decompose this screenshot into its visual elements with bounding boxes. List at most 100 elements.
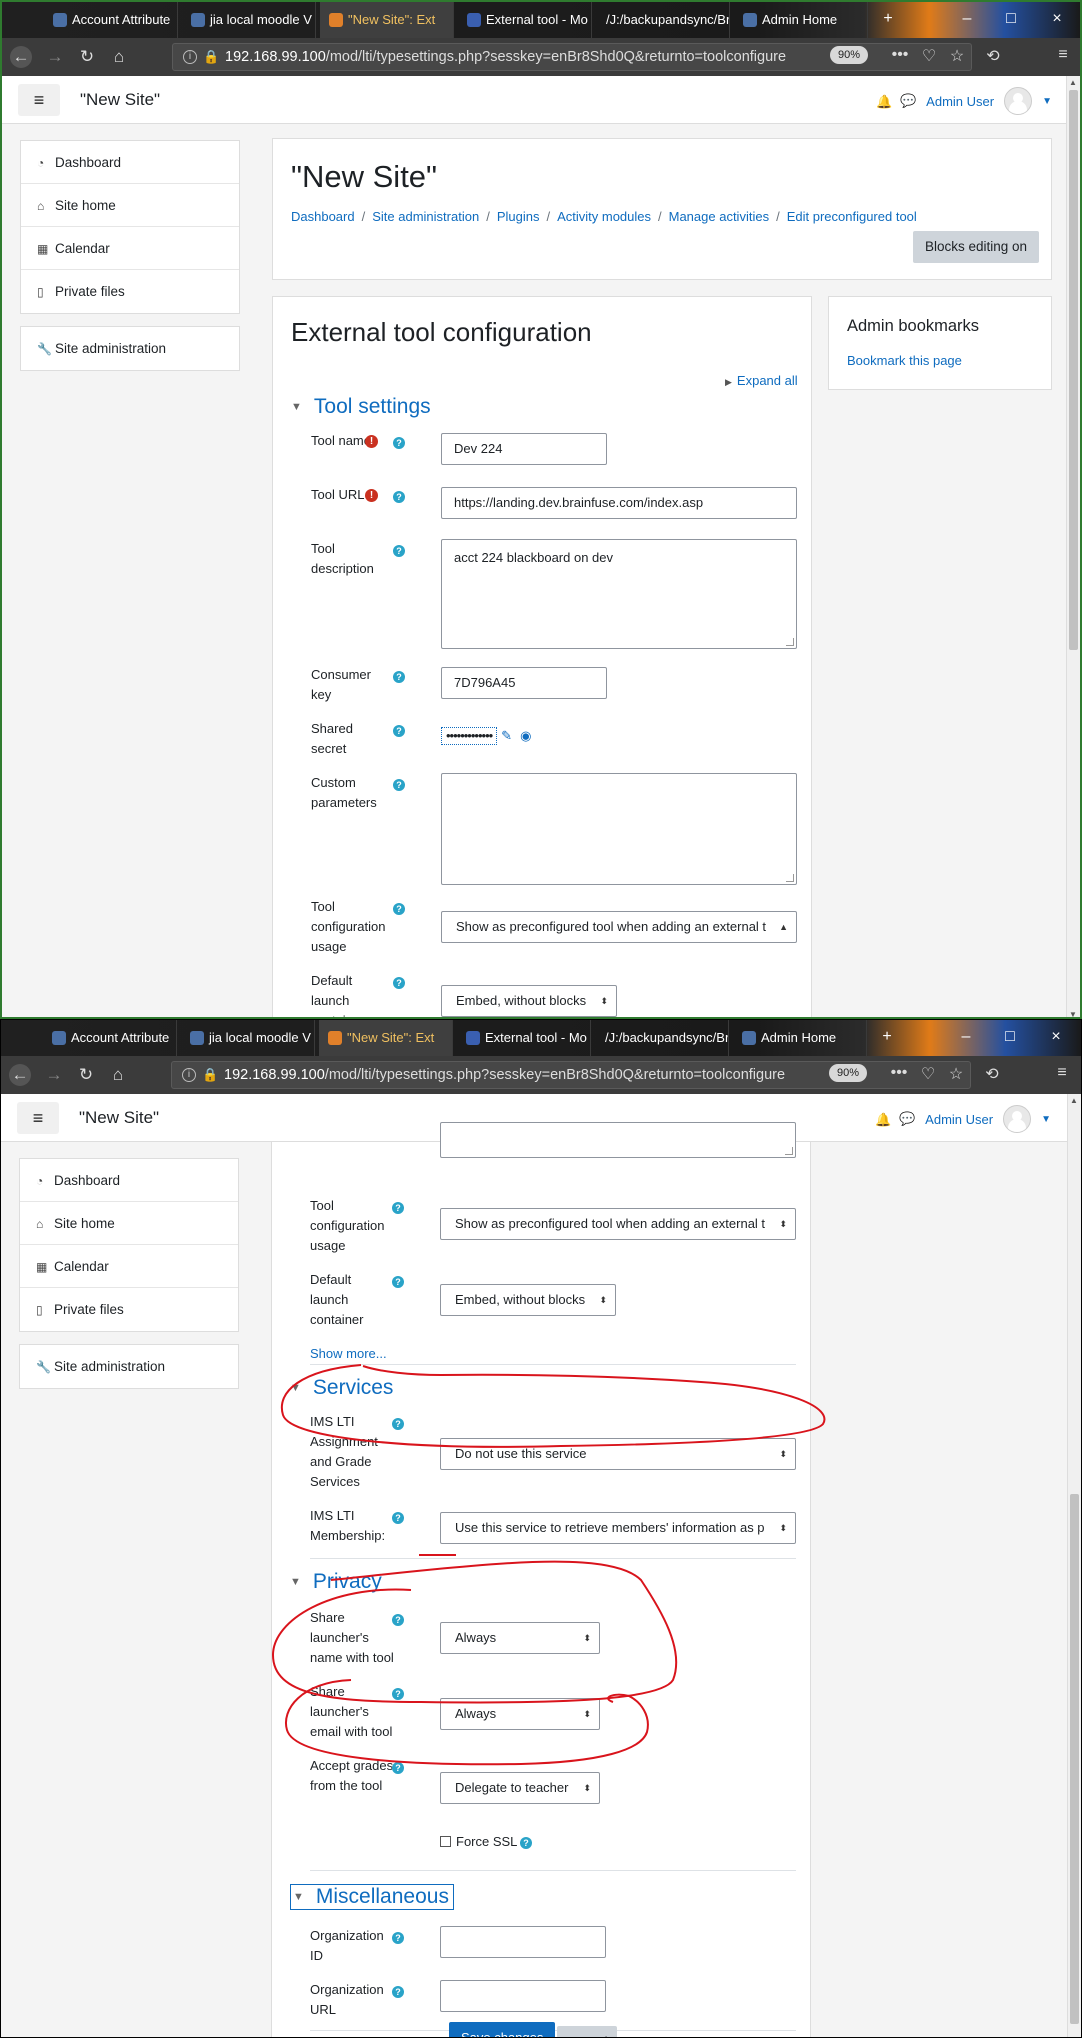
help-icon[interactable]: ? <box>392 1418 404 1430</box>
sidebar-item-site-home[interactable]: ⌂ Site home <box>21 184 239 227</box>
browser-tab[interactable]: /J:/backupandsync/Br <box>595 1020 729 1056</box>
section-miscellaneous[interactable]: ▼ Miscellaneous <box>290 1884 454 1910</box>
sidebar-item-site-home[interactable]: ⌂ Site home <box>20 1202 238 1245</box>
ags-select[interactable]: Do not use this service ⬍ <box>440 1438 796 1470</box>
browser-tab[interactable]: Account Attribute <box>43 1020 177 1056</box>
bookmark-this-page-link[interactable]: Bookmark this page <box>847 353 962 368</box>
user-name[interactable]: Admin User <box>925 1112 993 1127</box>
user-name[interactable]: Admin User <box>926 94 994 109</box>
close-icon[interactable]: × <box>1047 10 1067 28</box>
resize-grip-icon[interactable] <box>785 1147 793 1155</box>
bookmark-star-icon[interactable]: ☆ <box>945 1064 967 1084</box>
breadcrumb-item[interactable]: Manage activities <box>669 209 769 224</box>
share-email-select[interactable]: Always ⬍ <box>440 1698 600 1730</box>
pocket-icon[interactable]: ♡ <box>917 1064 939 1084</box>
scrollbar-thumb[interactable] <box>1070 1494 1079 2024</box>
drawer-toggle-icon[interactable]: ≡ <box>18 84 60 116</box>
back-icon[interactable]: ← <box>10 46 32 68</box>
notifications-bell-icon[interactable]: 🔔 <box>875 1112 891 1127</box>
info-icon[interactable]: i <box>183 50 197 64</box>
section-tool-settings[interactable]: ▼ Tool settings <box>291 395 431 419</box>
custom-parameters-textarea[interactable] <box>440 1122 796 1158</box>
help-icon[interactable]: ? <box>393 779 405 791</box>
help-icon[interactable]: ? <box>393 725 405 737</box>
close-icon[interactable]: × <box>1046 1028 1066 1046</box>
pocket-icon[interactable]: ♡ <box>918 46 940 66</box>
resize-grip-icon[interactable] <box>786 874 794 882</box>
home-icon[interactable]: ⌂ <box>107 1064 129 1086</box>
page-actions-icon[interactable]: ••• <box>888 1064 910 1082</box>
site-name[interactable]: "New Site" <box>79 1108 159 1128</box>
browser-tab[interactable]: External tool - Mo <box>458 2 592 38</box>
zoom-indicator[interactable]: 90% <box>830 46 868 64</box>
avatar[interactable] <box>1003 1105 1032 1133</box>
breadcrumb-item[interactable]: Dashboard <box>291 209 355 224</box>
consumer-key-input[interactable]: 7D796A45 <box>441 667 607 699</box>
browser-tab[interactable]: jia local moodle V <box>181 1020 315 1056</box>
browser-tab[interactable]: Account Attribute <box>44 2 178 38</box>
accept-grades-select[interactable]: Delegate to teacher ⬍ <box>440 1772 600 1804</box>
resize-grip-icon[interactable] <box>786 638 794 646</box>
help-icon[interactable]: ? <box>520 1837 532 1849</box>
scroll-down-icon[interactable]: ▼ <box>1069 1010 1077 1017</box>
force-ssl-checkbox[interactable]: Force SSL <box>440 1834 517 1849</box>
help-icon[interactable]: ? <box>392 1932 404 1944</box>
expand-all-link[interactable]: ▶ Expand all <box>725 373 798 388</box>
browser-tab[interactable]: jia local moodle V <box>182 2 316 38</box>
org-id-input[interactable] <box>440 1926 606 1958</box>
tool-description-textarea[interactable]: acct 224 blackboard on dev <box>441 539 797 649</box>
browser-tab[interactable]: /J:/backupandsync/Br <box>596 2 730 38</box>
blocks-editing-button[interactable]: Blocks editing on <box>913 231 1040 263</box>
info-icon[interactable]: i <box>182 1068 196 1082</box>
browser-tab-active[interactable]: "New Site": Ext <box>320 2 454 38</box>
browser-tab[interactable]: Admin Home <box>733 1020 867 1056</box>
custom-parameters-textarea[interactable] <box>441 773 797 885</box>
notifications-bell-icon[interactable]: 🔔 <box>876 94 892 109</box>
share-name-select[interactable]: Always ⬍ <box>440 1622 600 1654</box>
pencil-icon[interactable]: ✎ <box>501 728 512 743</box>
help-icon[interactable]: ? <box>393 977 405 989</box>
help-icon[interactable]: ? <box>393 545 405 557</box>
site-name[interactable]: "New Site" <box>80 90 160 110</box>
browser-tab[interactable]: Admin Home <box>734 2 868 38</box>
tool-config-usage-select[interactable]: Show as preconfigured tool when adding a… <box>441 911 797 943</box>
help-icon[interactable]: ? <box>393 903 405 915</box>
menu-icon[interactable]: ≡ <box>1051 1064 1073 1082</box>
home-icon[interactable]: ⌂ <box>108 46 130 68</box>
zoom-indicator[interactable]: 90% <box>829 1064 867 1082</box>
page-scrollbar[interactable]: ▲ ▼ <box>1066 76 1080 1017</box>
help-icon[interactable]: ? <box>392 1614 404 1626</box>
page-scrollbar[interactable]: ▲ <box>1067 1094 1081 2037</box>
help-icon[interactable]: ? <box>392 1512 404 1524</box>
breadcrumb-item[interactable]: Plugins <box>497 209 540 224</box>
avatar[interactable] <box>1004 87 1033 115</box>
save-changes-button[interactable]: Save changes <box>449 2022 556 2037</box>
breadcrumb-item[interactable]: Activity modules <box>557 209 651 224</box>
messages-icon[interactable]: 💬 <box>900 93 916 109</box>
chevron-down-icon[interactable]: ▼ <box>1041 1114 1051 1125</box>
sidebar-item-dashboard[interactable]: ◔ Dashboard <box>21 141 239 184</box>
new-tab-icon[interactable]: + <box>877 1028 897 1046</box>
sidebar-item-calendar[interactable]: ▦ Calendar <box>20 1245 238 1288</box>
org-url-input[interactable] <box>440 1980 606 2012</box>
history-icon[interactable]: ⟲ <box>982 46 1004 66</box>
default-launch-select[interactable]: Embed, without blocks ⬍ <box>440 1284 616 1316</box>
browser-tab[interactable]: External tool - Mo <box>457 1020 591 1056</box>
sidebar-item-private-files[interactable]: ▯ Private files <box>20 1288 238 1331</box>
sidebar-item-site-administration[interactable]: 🔧 Site administration <box>21 327 239 370</box>
sidebar-item-calendar[interactable]: ▦ Calendar <box>21 227 239 270</box>
page-actions-icon[interactable]: ••• <box>889 46 911 64</box>
breadcrumb-item[interactable]: Site administration <box>372 209 479 224</box>
help-icon[interactable]: ? <box>392 1986 404 1998</box>
messages-icon[interactable]: 💬 <box>899 1111 915 1127</box>
section-privacy[interactable]: ▼ Privacy <box>290 1570 382 1594</box>
section-services[interactable]: ▼ Services <box>290 1376 393 1400</box>
bookmark-star-icon[interactable]: ☆ <box>946 46 968 66</box>
shared-secret-field[interactable]: ••••••••••••• ✎ ◉ <box>441 727 531 745</box>
help-icon[interactable]: ? <box>392 1202 404 1214</box>
drawer-toggle-icon[interactable]: ≡ <box>17 1102 59 1134</box>
maximize-icon[interactable]: □ <box>1000 1028 1020 1046</box>
history-icon[interactable]: ⟲ <box>981 1064 1003 1084</box>
browser-tab-active[interactable]: "New Site": Ext <box>319 1020 453 1056</box>
reload-icon[interactable]: ↻ <box>76 46 98 68</box>
